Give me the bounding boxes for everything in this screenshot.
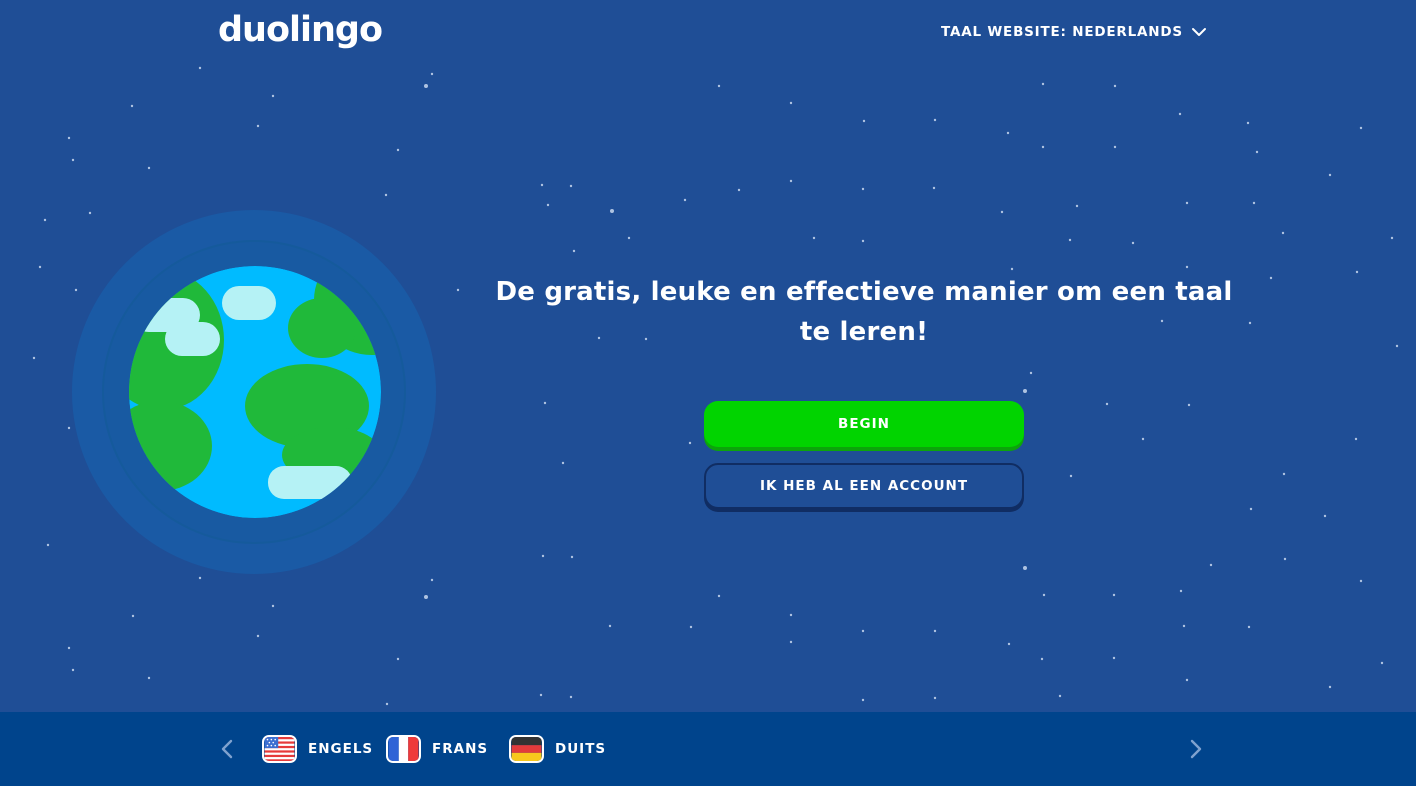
language-label: DUITS [555, 741, 607, 757]
site-language-label: TAAL WEBSITE: NEDERLANDS [941, 24, 1183, 40]
us-flag-icon [262, 735, 297, 763]
hero-section: De gratis, leuke en effectieve manier om… [490, 272, 1238, 352]
language-item-french[interactable]: FRANS [386, 734, 488, 764]
language-label: ENGELS [308, 741, 374, 757]
language-label: FRANS [432, 741, 489, 757]
language-carousel: ENGELS FRANS DUITS [0, 712, 1416, 786]
chevron-down-icon [1191, 28, 1206, 36]
language-item-english[interactable]: ENGELS [262, 734, 373, 764]
germany-flag-icon [509, 735, 544, 763]
earth-illustration [72, 210, 436, 574]
duolingo-logo[interactable]: duolingo [218, 10, 383, 50]
site-language-selector[interactable]: TAAL WEBSITE: NEDERLANDS [941, 24, 1207, 40]
france-flag-icon [386, 735, 421, 763]
hero-headline: De gratis, leuke en effectieve manier om… [495, 277, 1233, 347]
chevron-left-icon[interactable] [218, 738, 238, 760]
begin-button[interactable]: BEGIN [704, 401, 1024, 447]
language-item-german[interactable]: DUITS [509, 734, 606, 764]
landing-page: duolingo TAAL WEBSITE: NEDERLANDS De gra… [0, 0, 1416, 786]
chevron-right-icon[interactable] [1185, 738, 1205, 760]
existing-account-button[interactable]: IK HEB AL EEN ACCOUNT [704, 463, 1024, 509]
